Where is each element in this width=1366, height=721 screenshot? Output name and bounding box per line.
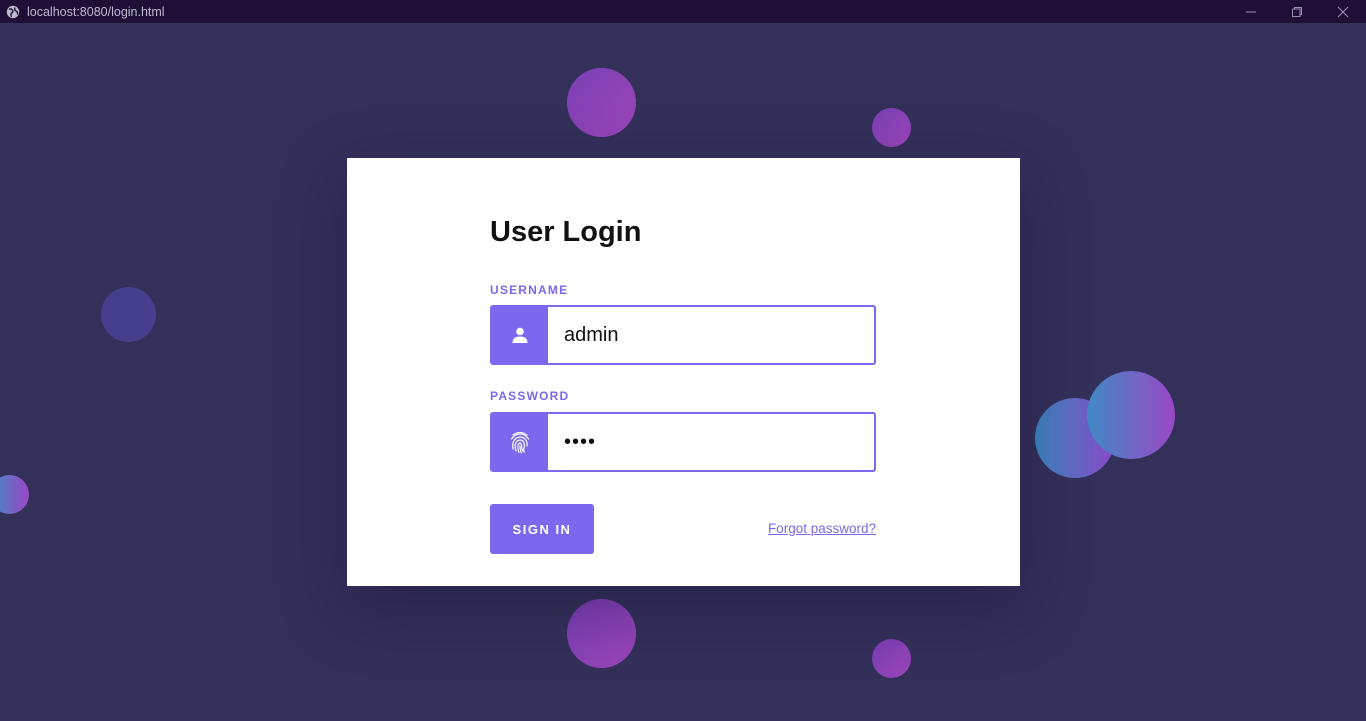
login-card: User Login USERNAME PASSWORD: [347, 158, 1020, 586]
user-icon: [492, 307, 548, 363]
restore-button[interactable]: [1274, 0, 1320, 23]
decorative-bubble: [872, 639, 911, 678]
username-field: [490, 305, 876, 365]
decorative-bubble: [0, 475, 29, 514]
close-icon: [1337, 6, 1349, 17]
password-label: PASSWORD: [490, 389, 570, 403]
minimize-icon: [1246, 11, 1256, 12]
window-titlebar: localhost:8080/login.html: [0, 0, 1366, 23]
password-input[interactable]: [548, 414, 874, 470]
decorative-bubble: [872, 108, 911, 147]
sign-in-button[interactable]: SIGN IN: [490, 504, 594, 554]
username-label: USERNAME: [490, 283, 569, 297]
window-controls: [1228, 0, 1366, 23]
page-title: User Login: [490, 216, 642, 248]
decorative-bubble: [567, 599, 636, 668]
forgot-password-link[interactable]: Forgot password?: [768, 521, 876, 536]
decorative-bubble: [101, 287, 156, 342]
globe-icon: [6, 5, 20, 19]
close-button[interactable]: [1320, 0, 1366, 23]
minimize-button[interactable]: [1228, 0, 1274, 23]
decorative-bubble: [1087, 371, 1175, 459]
window-url: localhost:8080/login.html: [27, 4, 165, 19]
restore-icon: [1292, 6, 1302, 17]
decorative-bubble: [567, 68, 636, 137]
password-field: [490, 412, 876, 472]
username-input[interactable]: [548, 307, 874, 363]
fingerprint-icon: [492, 414, 548, 470]
